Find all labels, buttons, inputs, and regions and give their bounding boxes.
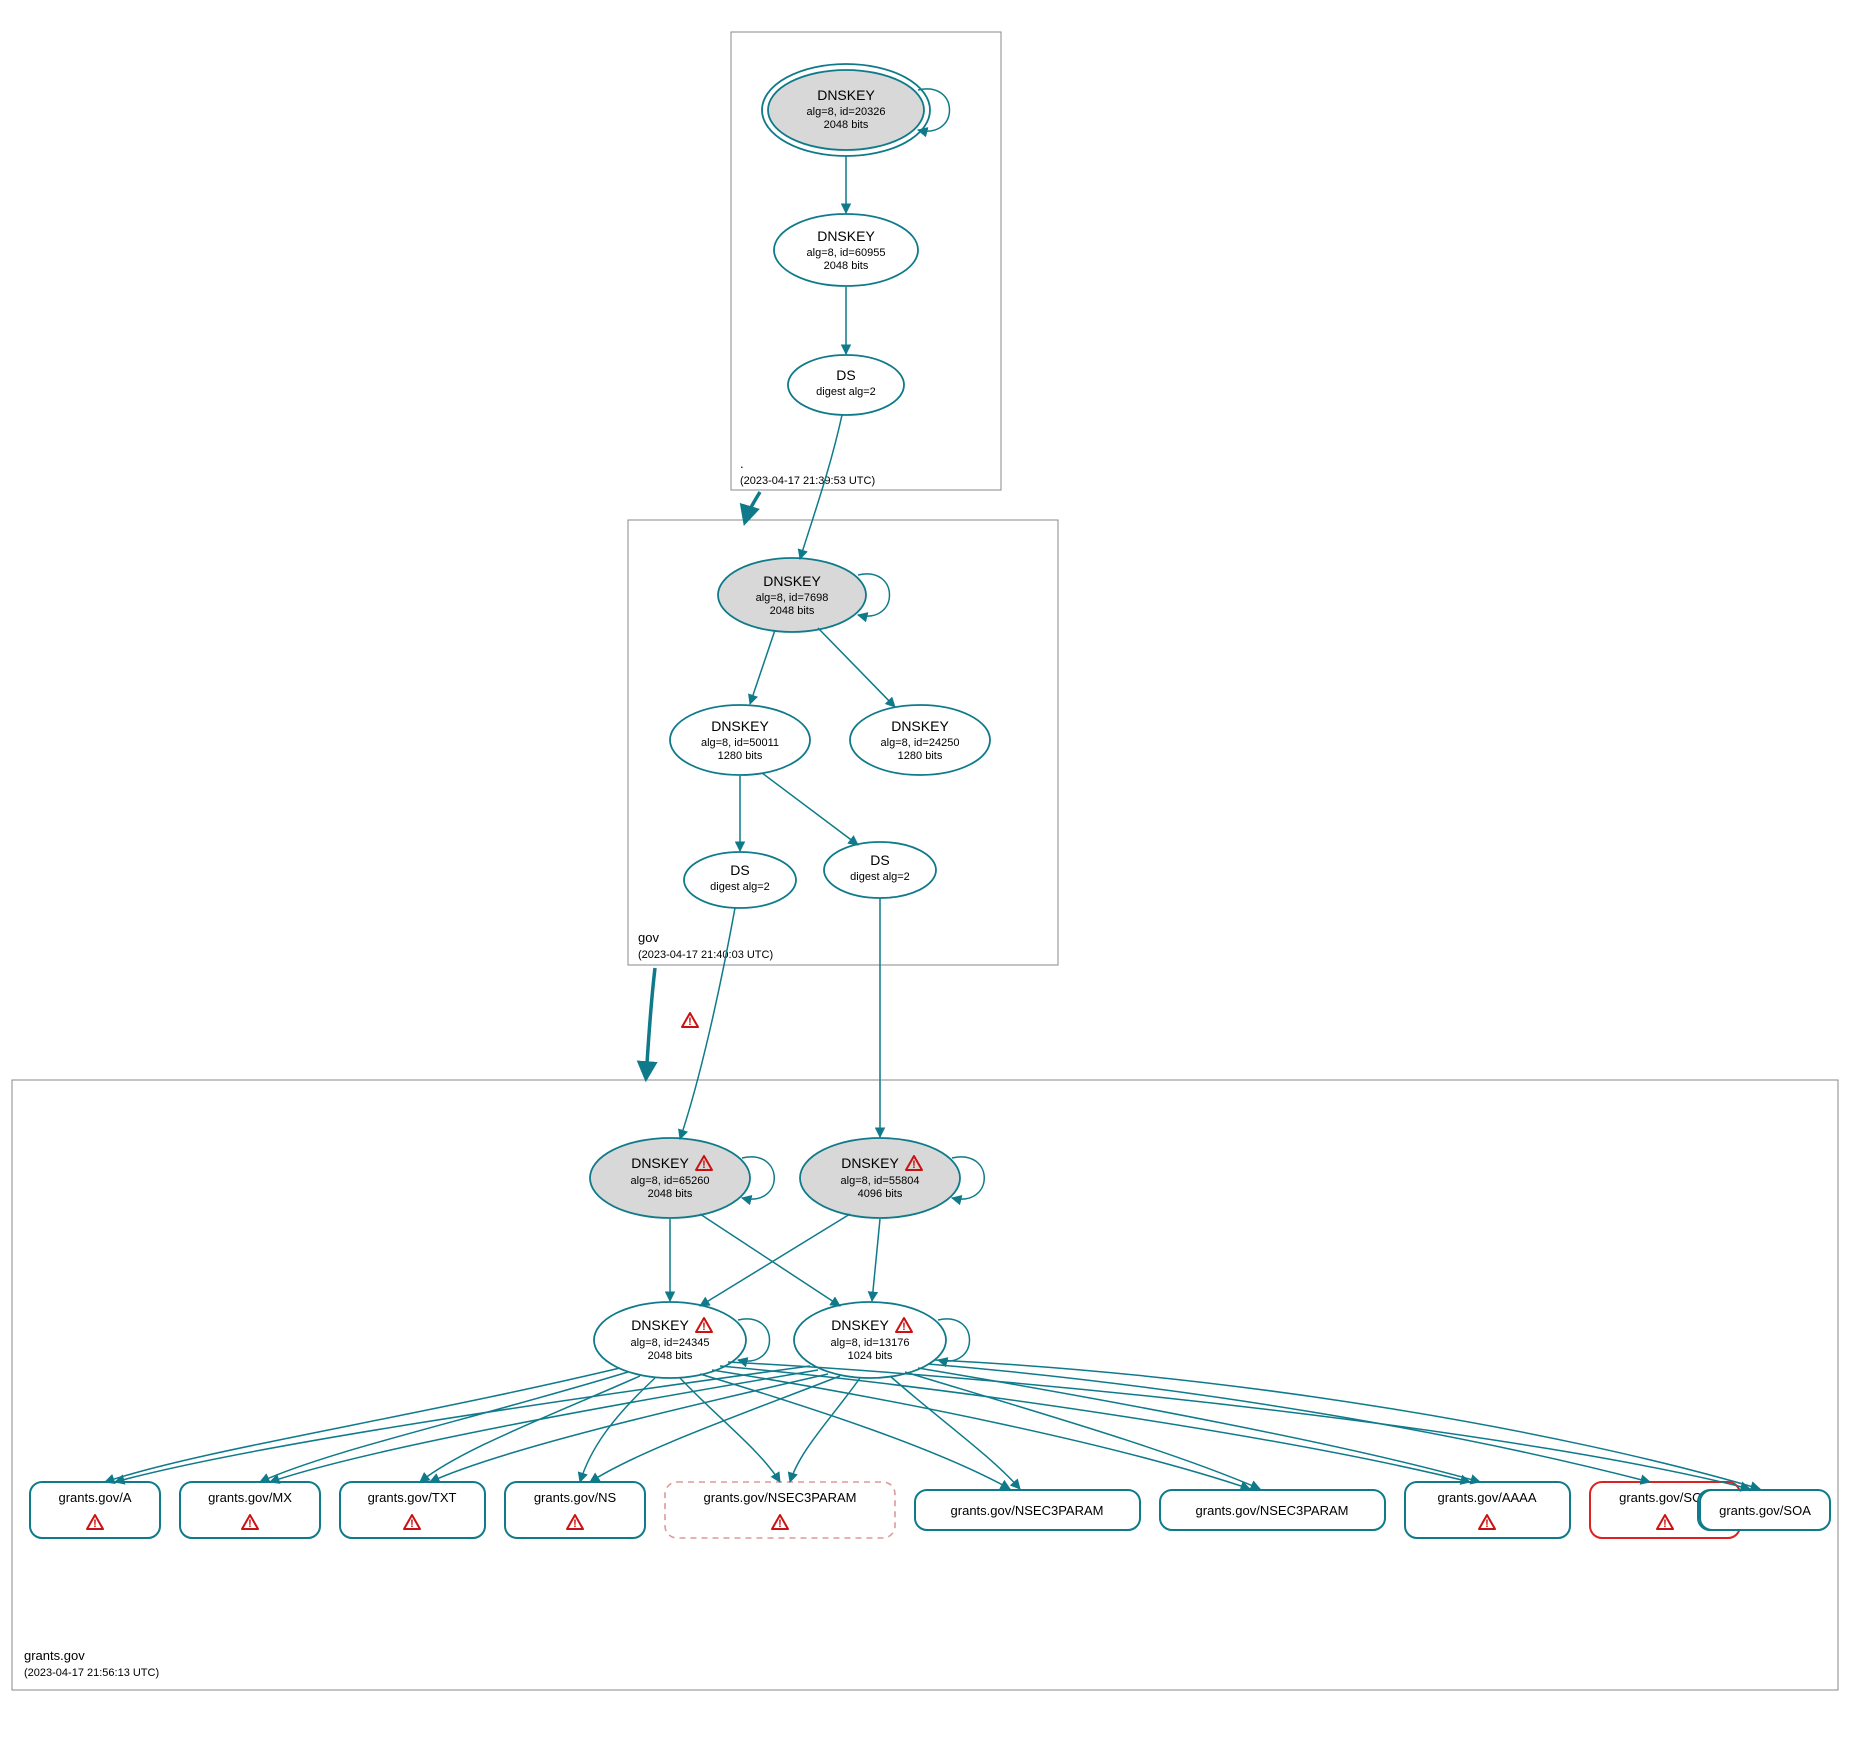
zone-grants-timestamp: (2023-04-17 21:56:13 UTC) — [24, 1667, 159, 1679]
zone-root: . (2023-04-17 21:39:53 UTC) DNSKEY alg=8… — [731, 32, 1001, 490]
zone-grants: grants.gov (2023-04-17 21:56:13 UTC) DNS… — [12, 1080, 1838, 1690]
svg-text:grants.gov/NSEC3PARAM: grants.gov/NSEC3PARAM — [1196, 1503, 1349, 1518]
rrset-txt[interactable]: grants.gov/TXT — [340, 1482, 485, 1538]
svg-text:alg=8, id=55804: alg=8, id=55804 — [841, 1175, 920, 1187]
node-grants-ksk2[interactable]: DNSKEY alg=8, id=55804 4096 bits — [800, 1138, 960, 1218]
svg-text:alg=8, id=60955: alg=8, id=60955 — [807, 247, 886, 259]
svg-text:grants.gov/TXT: grants.gov/TXT — [368, 1490, 457, 1505]
svg-text:DNSKEY: DNSKEY — [891, 718, 949, 734]
svg-text:DNSKEY: DNSKEY — [817, 87, 875, 103]
node-gov-ds1[interactable]: DS digest alg=2 — [684, 852, 796, 908]
svg-text:DNSKEY: DNSKEY — [817, 228, 875, 244]
svg-text:alg=8, id=24345: alg=8, id=24345 — [631, 1337, 710, 1349]
svg-text:digest alg=2: digest alg=2 — [850, 871, 910, 883]
svg-text:4096 bits: 4096 bits — [858, 1188, 903, 1200]
warning-icon — [682, 1013, 698, 1028]
svg-text:grants.gov/NS: grants.gov/NS — [534, 1490, 617, 1505]
zone-root-name: . — [740, 456, 744, 471]
node-grants-ksk1[interactable]: DNSKEY alg=8, id=65260 2048 bits — [590, 1138, 750, 1218]
node-gov-ds2[interactable]: DS digest alg=2 — [824, 842, 936, 898]
svg-text:DNSKEY: DNSKEY — [831, 1317, 889, 1333]
svg-text:2048 bits: 2048 bits — [648, 1350, 693, 1362]
rrset-soa-ok[interactable]: grants.gov/SOA — [1700, 1490, 1830, 1530]
svg-text:alg=8, id=50011: alg=8, id=50011 — [701, 737, 779, 749]
rrset-mx[interactable]: grants.gov/MX — [180, 1482, 320, 1538]
edge-root-ds-to-gov-ksk — [800, 415, 842, 559]
svg-text:grants.gov/A: grants.gov/A — [59, 1490, 132, 1505]
svg-text:DS: DS — [730, 862, 749, 878]
svg-text:1024 bits: 1024 bits — [848, 1350, 893, 1362]
svg-text:DS: DS — [836, 367, 855, 383]
node-gov-zsk1[interactable]: DNSKEY alg=8, id=50011 1280 bits — [670, 705, 810, 775]
svg-text:alg=8, id=65260: alg=8, id=65260 — [631, 1175, 710, 1187]
dnssec-graph: ! . (2023-04-17 21:39:53 UTC) DNSKEY alg… — [0, 0, 1850, 1745]
zone-gov: gov (2023-04-17 21:40:03 UTC) DNSKEY alg… — [628, 520, 1058, 965]
svg-text:grants.gov/AAAA: grants.gov/AAAA — [1438, 1490, 1537, 1505]
svg-text:DNSKEY: DNSKEY — [631, 1317, 689, 1333]
svg-text:2048 bits: 2048 bits — [824, 260, 869, 272]
svg-text:alg=8, id=24250: alg=8, id=24250 — [881, 737, 960, 749]
svg-text:DNSKEY: DNSKEY — [841, 1155, 899, 1171]
node-gov-ksk[interactable]: DNSKEY alg=8, id=7698 2048 bits — [718, 558, 866, 632]
svg-text:digest alg=2: digest alg=2 — [816, 386, 876, 398]
svg-text:2048 bits: 2048 bits — [824, 119, 869, 131]
svg-text:grants.gov/MX: grants.gov/MX — [208, 1490, 292, 1505]
zone-gov-name: gov — [638, 930, 659, 945]
rrset-ns[interactable]: grants.gov/NS — [505, 1482, 645, 1538]
svg-text:DS: DS — [870, 852, 889, 868]
node-root-zsk[interactable]: DNSKEY alg=8, id=60955 2048 bits — [774, 214, 918, 286]
edge-root-to-gov-thick — [745, 492, 760, 522]
svg-text:digest alg=2: digest alg=2 — [710, 881, 770, 893]
node-gov-zsk2[interactable]: DNSKEY alg=8, id=24250 1280 bits — [850, 705, 990, 775]
rrset-aaaa[interactable]: grants.gov/AAAA — [1405, 1482, 1570, 1538]
svg-text:grants.gov/SOA: grants.gov/SOA — [1719, 1503, 1811, 1518]
svg-text:1280 bits: 1280 bits — [898, 750, 943, 762]
svg-text:grants.gov/NSEC3PARAM: grants.gov/NSEC3PARAM — [704, 1490, 857, 1505]
rrset-nsec3param-3[interactable]: grants.gov/NSEC3PARAM — [1160, 1490, 1385, 1530]
svg-text:alg=8, id=20326: alg=8, id=20326 — [807, 106, 886, 118]
rrset-nsec3param-dashed[interactable]: grants.gov/NSEC3PARAM — [665, 1482, 895, 1538]
svg-text:2048 bits: 2048 bits — [770, 605, 815, 617]
svg-text:DNSKEY: DNSKEY — [711, 718, 769, 734]
svg-text:DNSKEY: DNSKEY — [631, 1155, 689, 1171]
rrset-nsec3param-2[interactable]: grants.gov/NSEC3PARAM — [915, 1490, 1140, 1530]
edge-gov-to-grants-thick — [646, 968, 655, 1078]
svg-text:1280 bits: 1280 bits — [718, 750, 763, 762]
zone-root-timestamp: (2023-04-17 21:39:53 UTC) — [740, 475, 875, 487]
svg-text:2048 bits: 2048 bits — [648, 1188, 693, 1200]
zone-grants-name: grants.gov — [24, 1648, 85, 1663]
svg-text:grants.gov/NSEC3PARAM: grants.gov/NSEC3PARAM — [951, 1503, 1104, 1518]
svg-text:alg=8, id=7698: alg=8, id=7698 — [756, 592, 829, 604]
zone-gov-timestamp: (2023-04-17 21:40:03 UTC) — [638, 949, 773, 961]
svg-text:DNSKEY: DNSKEY — [763, 573, 821, 589]
rrset-a[interactable]: grants.gov/A — [30, 1482, 160, 1538]
svg-text:alg=8, id=13176: alg=8, id=13176 — [831, 1337, 910, 1349]
edges-rrsets — [105, 1360, 1760, 1489]
node-root-ds[interactable]: DS digest alg=2 — [788, 355, 904, 415]
node-root-ksk[interactable]: DNSKEY alg=8, id=20326 2048 bits — [762, 64, 930, 156]
